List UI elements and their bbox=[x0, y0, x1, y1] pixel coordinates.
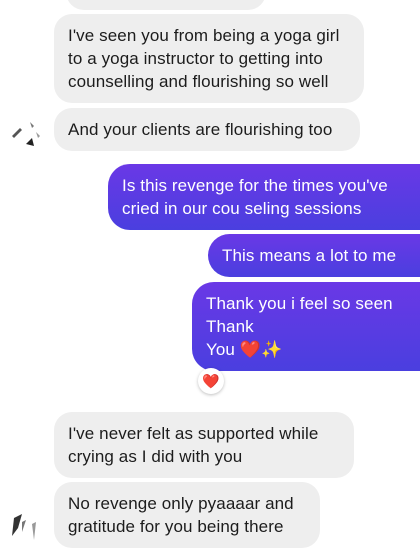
incoming-message[interactable]: And your clients are flourishing too bbox=[54, 108, 360, 151]
heart-icon: ❤️ bbox=[202, 372, 220, 389]
contact-avatar[interactable] bbox=[6, 510, 42, 546]
outgoing-message[interactable]: Thank you i feel so seen Thank You ❤️✨ bbox=[192, 282, 420, 371]
previous-message-fragment[interactable] bbox=[66, 0, 266, 10]
incoming-message[interactable]: No revenge only pyaaaar and gratitude fo… bbox=[54, 482, 320, 548]
incoming-message[interactable]: I've seen you from being a yoga girl to … bbox=[54, 14, 364, 103]
contact-avatar[interactable] bbox=[6, 116, 42, 152]
outgoing-message[interactable]: Is this revenge for the times you've cri… bbox=[108, 164, 420, 230]
avatar-image bbox=[12, 514, 36, 540]
chat-thread: I've seen you from being a yoga girl to … bbox=[0, 0, 420, 560]
heart-reaction-badge[interactable]: ❤️ bbox=[198, 368, 224, 394]
outgoing-message[interactable]: This means a lot to me bbox=[208, 234, 420, 277]
avatar-image bbox=[12, 122, 40, 146]
incoming-message[interactable]: I've never felt as supported while cryin… bbox=[54, 412, 354, 478]
